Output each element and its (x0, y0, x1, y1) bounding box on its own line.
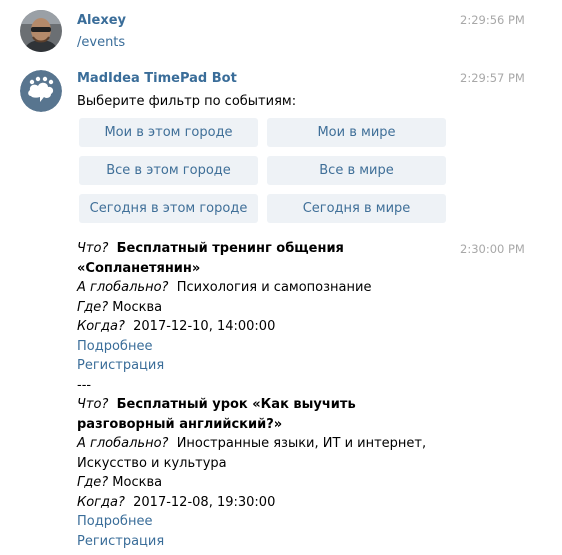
event-place-row: Где? Москва (77, 473, 457, 493)
user-avatar[interactable] (20, 10, 62, 52)
events-message-time: 2:30:00 PM (460, 242, 525, 256)
event-category: Иностранные языки, ИТ и интернет, (176, 436, 427, 451)
filter-all-world-button[interactable]: Все в мире (267, 156, 446, 185)
event-register-link[interactable]: Регистрация (77, 356, 457, 376)
user-command-text[interactable]: /events (77, 35, 125, 50)
event-title-continued: разговорный английский?» (77, 416, 283, 432)
where-label: Где? (77, 299, 109, 315)
event-category-row: А глобально? Иностранные языки, ИТ и инт… (77, 434, 457, 454)
global-label: А глобально? (77, 436, 169, 451)
when-label: Когда? (77, 319, 125, 334)
event-category-row: А глобально? Психология и самопознание (77, 278, 457, 298)
event-datetime-row: Когда? 2017-12-10, 14:00:00 (77, 317, 457, 337)
event-place-row: Где? Москва (77, 298, 457, 318)
events-list: Что? Бесплатный тренинг общения «Соплане… (77, 239, 457, 551)
when-label: Когда? (77, 494, 125, 510)
filter-my-city-button[interactable]: Мои в этом городе (79, 118, 258, 147)
event-place: Москва (112, 475, 163, 490)
event-title-row: Что? Бесплатный урок «Как выучить (77, 395, 457, 415)
where-label: Где? (77, 475, 109, 490)
event-category: Психология и самопознание (176, 280, 372, 295)
event-place: Москва (112, 299, 163, 315)
filter-today-city-button[interactable]: Сегодня в этом городе (79, 194, 258, 223)
event-more-link[interactable]: Подробнее (77, 337, 457, 357)
inline-keyboard: Мои в этом городе Мои в мире Все в этом … (79, 118, 449, 234)
event-separator: --- (77, 377, 92, 393)
bot-name[interactable]: MadIdea TimePad Bot (77, 71, 237, 86)
cloud-bot-avatar-icon (20, 70, 62, 112)
event-datetime: 2017-12-10, 14:00:00 (133, 319, 276, 334)
what-label: Что? (77, 241, 109, 256)
event-title: Бесплатный тренинг общения (116, 241, 344, 256)
filter-my-world-button[interactable]: Мои в мире (267, 118, 446, 147)
bot-message-time: 2:29:57 PM (460, 71, 525, 85)
event-title-row: Что? Бесплатный тренинг общения (77, 239, 457, 259)
event-more-link[interactable]: Подробнее (77, 512, 457, 532)
event-datetime: 2017-12-08, 19:30:00 (133, 494, 276, 510)
user-name[interactable]: Alexey (77, 13, 126, 28)
filter-all-city-button[interactable]: Все в этом городе (79, 156, 258, 185)
event-title: Бесплатный урок «Как выучить (116, 397, 356, 412)
event-datetime-row: Когда? 2017-12-08, 19:30:00 (77, 493, 457, 513)
what-label: Что? (77, 397, 109, 412)
bot-prompt-text: Выберите фильтр по событиям: (77, 94, 297, 109)
filter-today-world-button[interactable]: Сегодня в мире (267, 194, 446, 223)
event-category-continued: Искусство и культура (77, 455, 227, 471)
event-title-continued: «Сопланетянин» (77, 260, 201, 276)
user-photo-avatar-icon (20, 10, 62, 52)
bot-avatar[interactable] (20, 70, 62, 112)
event-register-link[interactable]: Регистрация (77, 532, 457, 552)
user-message-time: 2:29:56 PM (460, 13, 525, 27)
global-label: А глобально? (77, 280, 169, 295)
